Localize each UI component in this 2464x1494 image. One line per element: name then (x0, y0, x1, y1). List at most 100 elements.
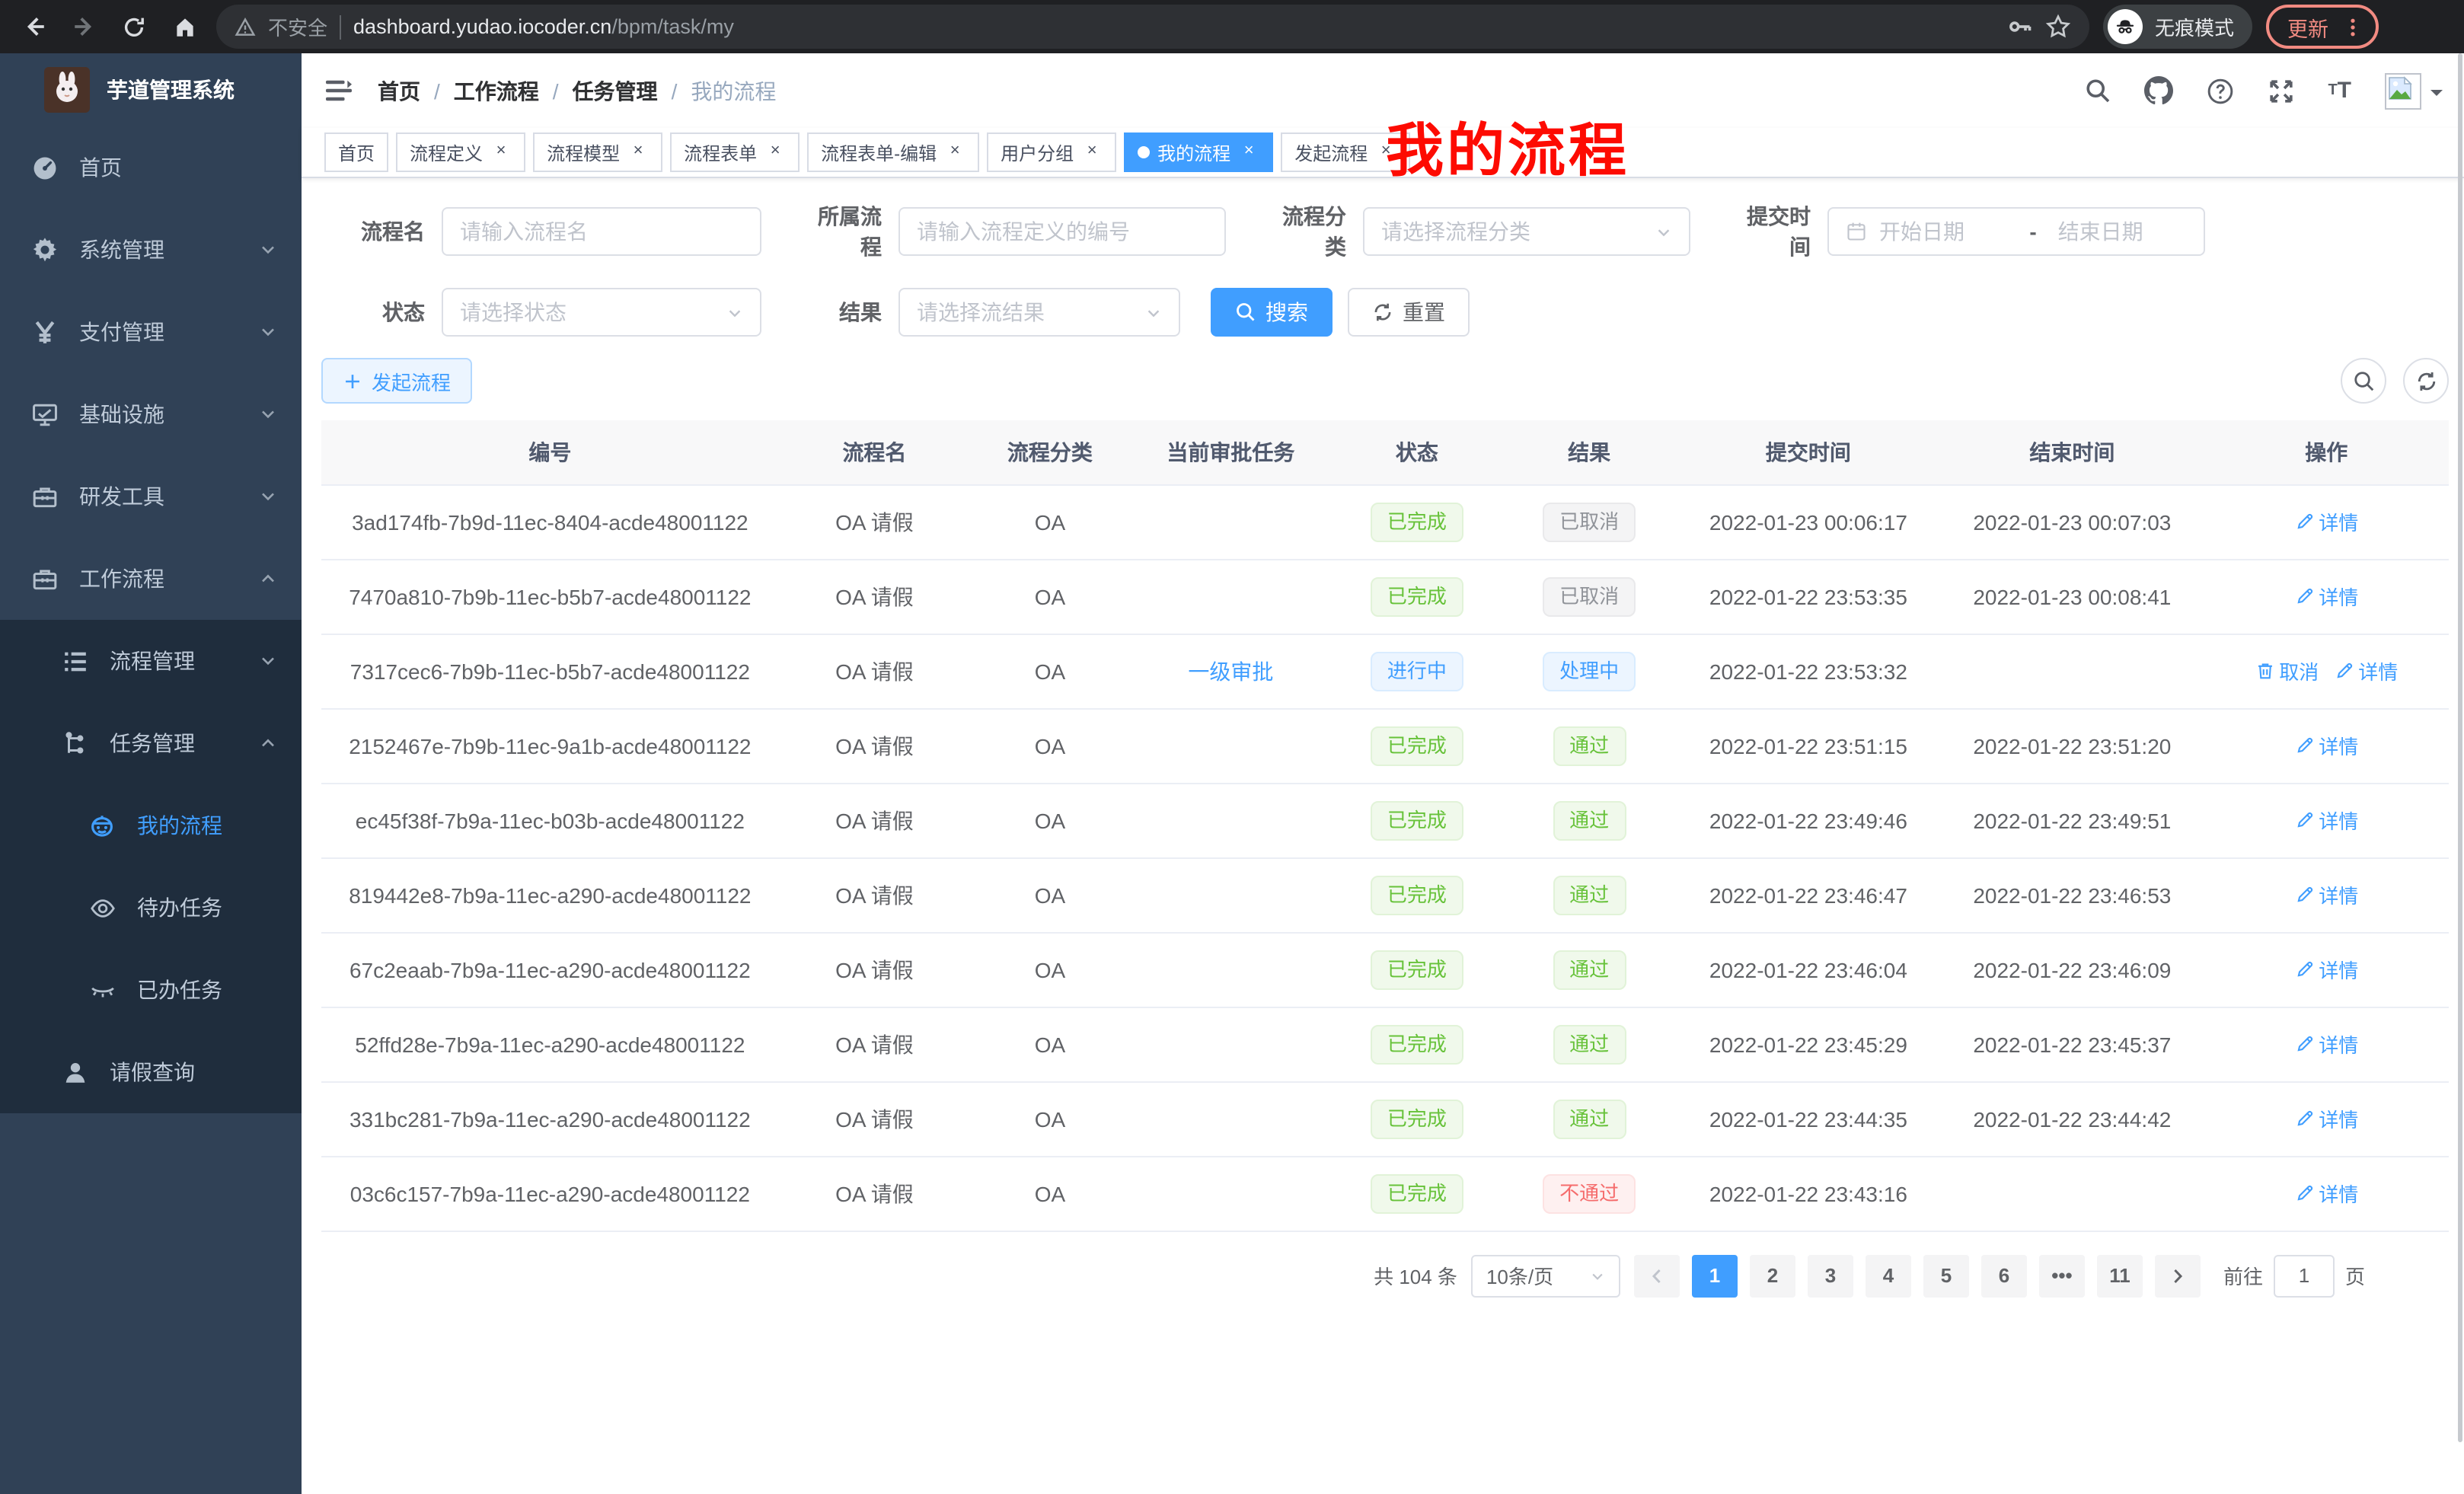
browser-scrollbar[interactable] (2458, 53, 2462, 1442)
next-page-button[interactable] (2155, 1254, 2201, 1297)
browser-reload-icon[interactable] (116, 8, 152, 45)
breadcrumb-item-工作流程[interactable]: 工作流程 (454, 75, 539, 106)
browser-back-icon[interactable] (15, 8, 52, 45)
page-size-select[interactable]: 10条/页 (1471, 1254, 1620, 1297)
sidebar-item-流程管理[interactable]: 流程管理 (0, 620, 302, 702)
address-bar[interactable]: 不安全 dashboard.yudao.iocoder.cn/bpm/task/… (216, 5, 2089, 49)
tab-流程表单-编辑[interactable]: 流程表单-编辑× (807, 132, 979, 172)
browser-forward-icon[interactable] (65, 8, 102, 45)
sidebar-item-我的流程[interactable]: 我的流程 (0, 784, 302, 867)
page-button-2[interactable]: 2 (1750, 1254, 1795, 1297)
tab-我的流程[interactable]: 我的流程× (1124, 132, 1273, 172)
sidebar-item-请假查询[interactable]: 请假查询 (0, 1031, 302, 1113)
page-button-6[interactable]: 6 (1981, 1254, 2027, 1297)
cell-result: 已取消 (1502, 484, 1677, 559)
cell-actions: 详情 (2204, 484, 2449, 559)
github-icon[interactable] (2143, 76, 2172, 105)
close-icon[interactable]: × (1238, 142, 1259, 163)
breadcrumb-item-首页[interactable]: 首页 (378, 75, 420, 106)
refresh-icon (2415, 369, 2437, 392)
detail-action-link[interactable]: 详情 (2294, 880, 2358, 909)
detail-action-link[interactable]: 详情 (2294, 582, 2358, 611)
cell-actions: 详情 (2204, 559, 2449, 634)
tab-label: 发起流程 (1294, 139, 1368, 165)
cell-category: OA (970, 1081, 1130, 1156)
chevron-down-icon (1590, 1268, 1605, 1283)
tab-用户分组[interactable]: 用户分组× (987, 132, 1116, 172)
sidebar-item-支付管理[interactable]: 支付管理 (0, 291, 302, 373)
search-button[interactable]: 搜索 (1211, 288, 1333, 337)
sidebar-item-任务管理[interactable]: 任务管理 (0, 702, 302, 784)
sidebar-item-待办任务[interactable]: 待办任务 (0, 867, 302, 949)
prev-page-button[interactable] (1634, 1254, 1680, 1297)
parent-process-input[interactable] (898, 207, 1226, 256)
detail-action-link[interactable]: 详情 (2334, 656, 2398, 685)
cell-name: OA 请假 (779, 484, 970, 559)
status-select[interactable]: 请选择状态 (442, 288, 761, 337)
tabs-bar: 首页流程定义×流程模型×流程表单×流程表单-编辑×用户分组×我的流程× 发起流程 × (302, 128, 2464, 178)
sidebar-item-已办任务[interactable]: 已办任务 (0, 949, 302, 1031)
sidebar-item-系统管理[interactable]: 系统管理 (0, 209, 302, 291)
breadcrumb-item-任务管理[interactable]: 任务管理 (573, 75, 658, 106)
create-process-button[interactable]: 发起流程 (321, 358, 472, 404)
result-select[interactable]: 请选择流结果 (898, 288, 1180, 337)
logo-image (44, 67, 90, 113)
sidebar-item-工作流程[interactable]: 工作流程 (0, 538, 302, 620)
page-button-1[interactable]: 1 (1692, 1254, 1738, 1297)
tab-流程表单[interactable]: 流程表单× (670, 132, 800, 172)
browser-menu-dots-icon[interactable] (2342, 16, 2363, 37)
sidebar-item-研发工具[interactable]: 研发工具 (0, 455, 302, 538)
avatar[interactable] (2385, 72, 2443, 109)
cell-end-time: 2022-01-22 23:46:09 (1940, 932, 2204, 1007)
app-logo[interactable]: 芋道管理系统 (0, 53, 302, 126)
font-size-icon[interactable]: TT (2328, 78, 2351, 104)
tab-首页[interactable]: 首页 (324, 132, 388, 172)
detail-action-link[interactable]: 详情 (2294, 507, 2358, 536)
close-icon[interactable]: × (764, 142, 786, 163)
reset-button[interactable]: 重置 (1348, 288, 1470, 337)
current-task-link[interactable]: 一级审批 (1188, 659, 1273, 683)
cell-current-task (1130, 783, 1332, 857)
close-icon[interactable]: × (490, 142, 512, 163)
refresh-button[interactable] (2403, 358, 2449, 404)
detail-action-link[interactable]: 详情 (2294, 955, 2358, 984)
column-header-结束时间: 结束时间 (1940, 420, 2204, 484)
page-button-5[interactable]: 5 (1923, 1254, 1969, 1297)
page-url[interactable]: dashboard.yudao.iocoder.cn/bpm/task/my (353, 15, 734, 38)
tab-流程模型[interactable]: 流程模型× (533, 132, 662, 172)
browser-home-icon[interactable] (166, 8, 203, 45)
sidebar-item-首页[interactable]: 首页 (0, 126, 302, 209)
cell-actions: 详情 (2204, 783, 2449, 857)
table-row: 7317cec6-7b9b-11ec-b5b7-acde48001122OA 请… (321, 634, 2449, 708)
close-icon[interactable]: × (627, 142, 649, 163)
page-button-3[interactable]: 3 (1808, 1254, 1853, 1297)
dashboard-icon (30, 155, 58, 180)
detail-action-link[interactable]: 详情 (2294, 731, 2358, 760)
detail-action-link[interactable]: 详情 (2294, 1179, 2358, 1208)
page-button-11[interactable]: 11 (2097, 1254, 2143, 1297)
tab-流程定义[interactable]: 流程定义× (396, 132, 525, 172)
submit-time-range[interactable]: 开始日期 - 结束日期 (1827, 207, 2205, 256)
category-select[interactable]: 请选择流程分类 (1363, 207, 1690, 256)
cancel-action-link[interactable]: 取消 (2255, 656, 2319, 685)
security-label[interactable]: 不安全 (268, 12, 327, 41)
hamburger-icon[interactable] (324, 78, 353, 104)
search-toggle-button[interactable] (2341, 358, 2386, 404)
detail-action-link[interactable]: 详情 (2294, 806, 2358, 835)
header-search-icon[interactable] (2084, 78, 2110, 104)
password-key-icon[interactable] (2007, 14, 2033, 40)
close-icon[interactable]: × (944, 142, 965, 163)
fullscreen-icon[interactable] (2267, 77, 2294, 104)
browser-update-button[interactable]: 更新 (2266, 5, 2379, 49)
close-icon[interactable]: × (1081, 142, 1103, 163)
cell-submit-time: 2022-01-22 23:45:29 (1677, 1007, 1940, 1081)
detail-action-link[interactable]: 详情 (2294, 1030, 2358, 1058)
sidebar-item-基础设施[interactable]: 基础设施 (0, 373, 302, 455)
pager-ellipsis[interactable]: ••• (2039, 1254, 2085, 1297)
goto-page-input[interactable] (2274, 1254, 2335, 1297)
page-button-4[interactable]: 4 (1866, 1254, 1911, 1297)
help-icon[interactable] (2206, 77, 2233, 104)
bookmark-star-icon[interactable] (2045, 14, 2071, 40)
process-name-input[interactable] (442, 207, 761, 256)
detail-action-link[interactable]: 详情 (2294, 1104, 2358, 1133)
